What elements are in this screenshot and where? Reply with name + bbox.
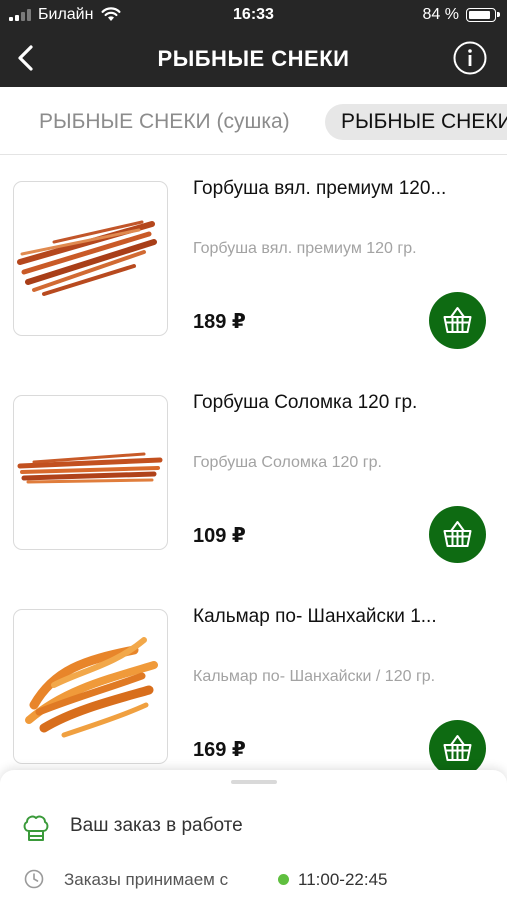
tab-fish-snacks-dried[interactable]: РЫБНЫЕ СНЕКИ (сушка) [39,104,290,140]
nav-bar: РЫБНЫЕ СНЕКИ [0,30,507,87]
add-to-cart-button[interactable] [429,506,486,563]
product-name: Горбуша Соломка 120 гр. [193,392,418,413]
basket-icon [443,521,472,547]
chef-hat-icon [23,815,49,841]
product-description: Горбуша вял. премиум 120 гр. [193,240,417,257]
add-to-cart-button[interactable] [429,292,486,349]
info-button[interactable] [453,41,487,75]
clock-icon [24,869,44,889]
product-image [13,609,168,764]
battery-percent: 84 % [422,6,459,23]
product-image [13,395,168,550]
product-name: Горбуша вял. премиум 120... [193,178,447,199]
product-card[interactable]: Горбуша Соломка 120 гр. Горбуша Соломка … [0,368,507,582]
product-name: Кальмар по- Шанхайски 1... [193,606,437,627]
product-card[interactable]: Горбуша вял. премиум 120... Горбуша вял.… [0,154,507,368]
category-tabs: РЫБНЫЕ СНЕКИ (сушка) РЫБНЫЕ СНЕКИ [0,87,507,155]
product-price: 109 ₽ [193,525,246,547]
basket-icon [443,307,472,333]
basket-icon [443,735,472,761]
battery-icon [466,8,500,22]
product-card[interactable]: Кальмар по- Шанхайски 1... Кальмар по- Ш… [0,582,507,796]
product-price: 169 ₽ [193,739,246,761]
product-image [13,181,168,336]
open-status-dot [278,874,289,885]
product-price: 189 ₽ [193,311,246,333]
add-to-cart-button[interactable] [429,720,486,777]
tab-fish-snacks[interactable]: РЫБНЫЕ СНЕКИ [325,104,507,140]
status-bar: Билайн 16:33 84 % [0,0,507,30]
product-description: Кальмар по- Шанхайски / 120 гр. [193,668,436,685]
page-title: РЫБНЫЕ СНЕКИ [157,46,350,71]
sheet-drag-handle[interactable] [231,780,277,784]
working-hours: 11:00-22:45 [298,870,388,889]
order-status-text: Ваш заказ в работе [70,815,243,836]
order-status-sheet[interactable]: Ваш заказ в работе Заказы принимаем с 11… [0,770,507,910]
product-description: Горбуша Соломка 120 гр. [193,454,382,471]
hours-label: Заказы принимаем с [64,870,229,889]
